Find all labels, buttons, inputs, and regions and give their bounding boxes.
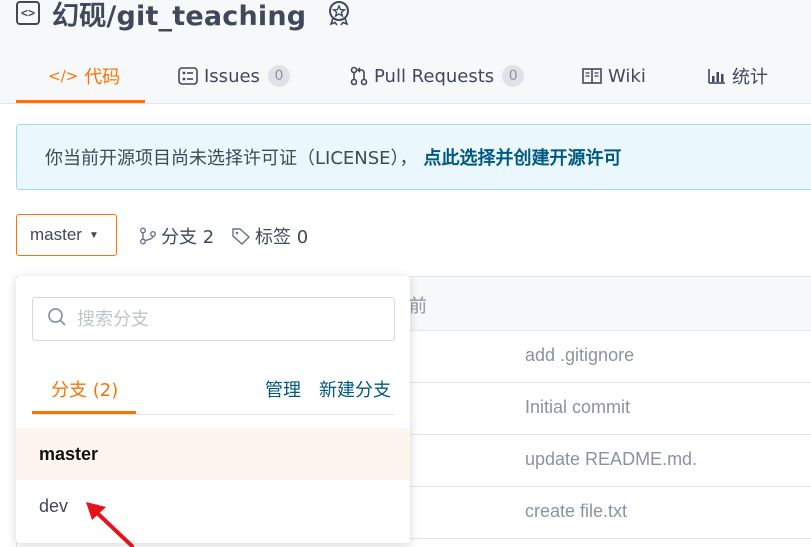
tag-icon — [231, 227, 251, 245]
license-notice-text: 你当前开源项目尚未选择许可证（LICENSE）， — [45, 148, 418, 169]
branch-search-input[interactable] — [77, 308, 377, 330]
repo-title: <> 幻砚/git_teaching — [16, 0, 352, 33]
annotation-arrow-icon — [86, 502, 134, 547]
tab-pull-requests[interactable]: Pull Requests 0 — [350, 48, 525, 104]
branches-count-label: 分支 2 — [161, 227, 215, 248]
tab-code[interactable]: </> 代码 — [48, 48, 120, 104]
tab-issues[interactable]: Issues 0 — [178, 48, 290, 104]
tags-count-link[interactable]: 标签 0 — [231, 224, 308, 248]
current-branch-label: master — [30, 225, 82, 244]
branch-dropdown: 分支 (2) 管理 新建分支 master dev — [16, 276, 410, 543]
book-icon — [582, 68, 602, 84]
active-tab-indicator — [16, 100, 145, 103]
branch-select-button[interactable]: master ▼ — [16, 214, 117, 256]
dropdown-active-tab-indicator — [32, 411, 136, 414]
manage-branches-link[interactable]: 管理 — [265, 376, 301, 402]
branch-option-dev[interactable]: dev — [16, 480, 410, 532]
tab-code-label: 代码 — [84, 67, 121, 88]
pull-requests-count-badge: 0 — [502, 65, 525, 87]
branch-option-label: dev — [39, 495, 69, 516]
tags-count-label: 标签 0 — [255, 227, 309, 248]
tab-stats-label: 统计 — [732, 67, 768, 88]
issues-icon — [178, 67, 198, 85]
commit-message[interactable]: create file.txt — [525, 501, 627, 522]
create-license-link[interactable]: 点此选择并创建开源许可 — [424, 144, 622, 170]
code-icon: </> — [48, 67, 79, 85]
dropdown-divider — [32, 414, 395, 415]
commit-message[interactable]: add .gitignore — [525, 345, 634, 366]
tab-wiki[interactable]: Wiki — [582, 48, 646, 104]
issues-count-badge: 0 — [267, 65, 290, 87]
dropdown-tab-branches[interactable]: 分支 (2) — [51, 376, 118, 402]
pull-request-icon — [350, 66, 368, 86]
search-icon — [47, 307, 67, 332]
repo-name[interactable]: 幻砚/git_teaching — [52, 0, 306, 33]
caret-down-icon: ▼ — [88, 229, 99, 241]
branch-option-label: master — [39, 443, 99, 464]
recommend-badge-icon[interactable] — [326, 0, 352, 26]
bar-chart-icon — [708, 68, 726, 84]
license-notice: 你当前开源项目尚未选择许可证（LICENSE）， 点此选择并创建开源许可 — [16, 124, 811, 190]
repo-tabs: </> 代码 Issues 0 Pull Requests 0 Wiki 统计 — [0, 48, 811, 104]
tab-pull-requests-label: Pull Requests — [374, 65, 495, 87]
branch-search-box[interactable] — [32, 297, 395, 341]
new-branch-link[interactable]: 新建分支 — [319, 376, 391, 402]
tab-issues-label: Issues — [204, 65, 260, 87]
commit-message[interactable]: update README.md. — [525, 449, 697, 470]
tab-wiki-label: Wiki — [608, 65, 646, 87]
code-repo-icon: <> — [16, 1, 40, 25]
commit-message[interactable]: Initial commit — [525, 397, 630, 418]
branches-count-link[interactable]: 分支 2 — [139, 224, 214, 248]
tab-stats[interactable]: 统计 — [708, 48, 768, 104]
branch-option-master[interactable]: master — [16, 428, 410, 480]
repo-header: <> 幻砚/git_teaching </> 代码 Issues 0 Pull … — [0, 0, 811, 104]
latest-commit-header-fragment: 前 — [409, 296, 427, 317]
branch-icon — [139, 227, 157, 245]
